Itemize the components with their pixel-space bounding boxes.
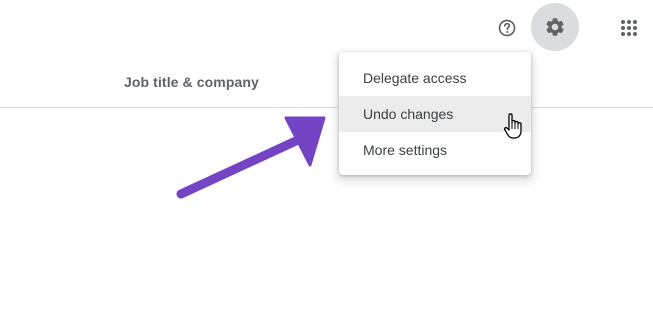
- header-divider: [0, 107, 653, 108]
- apps-grid-icon: [621, 20, 637, 36]
- apps-button[interactable]: [613, 12, 645, 44]
- menu-item-delegate-access[interactable]: Delegate access: [339, 60, 531, 96]
- settings-button[interactable]: [531, 3, 579, 51]
- annotation-arrow: [176, 116, 326, 199]
- help-circle-icon: [498, 19, 516, 37]
- gear-icon: [546, 18, 564, 36]
- help-button[interactable]: [491, 12, 523, 44]
- page: Job title & company Delegate access Undo…: [0, 0, 653, 332]
- hand-cursor-icon: [503, 113, 522, 139]
- column-header-job-title[interactable]: Job title & company: [124, 74, 259, 90]
